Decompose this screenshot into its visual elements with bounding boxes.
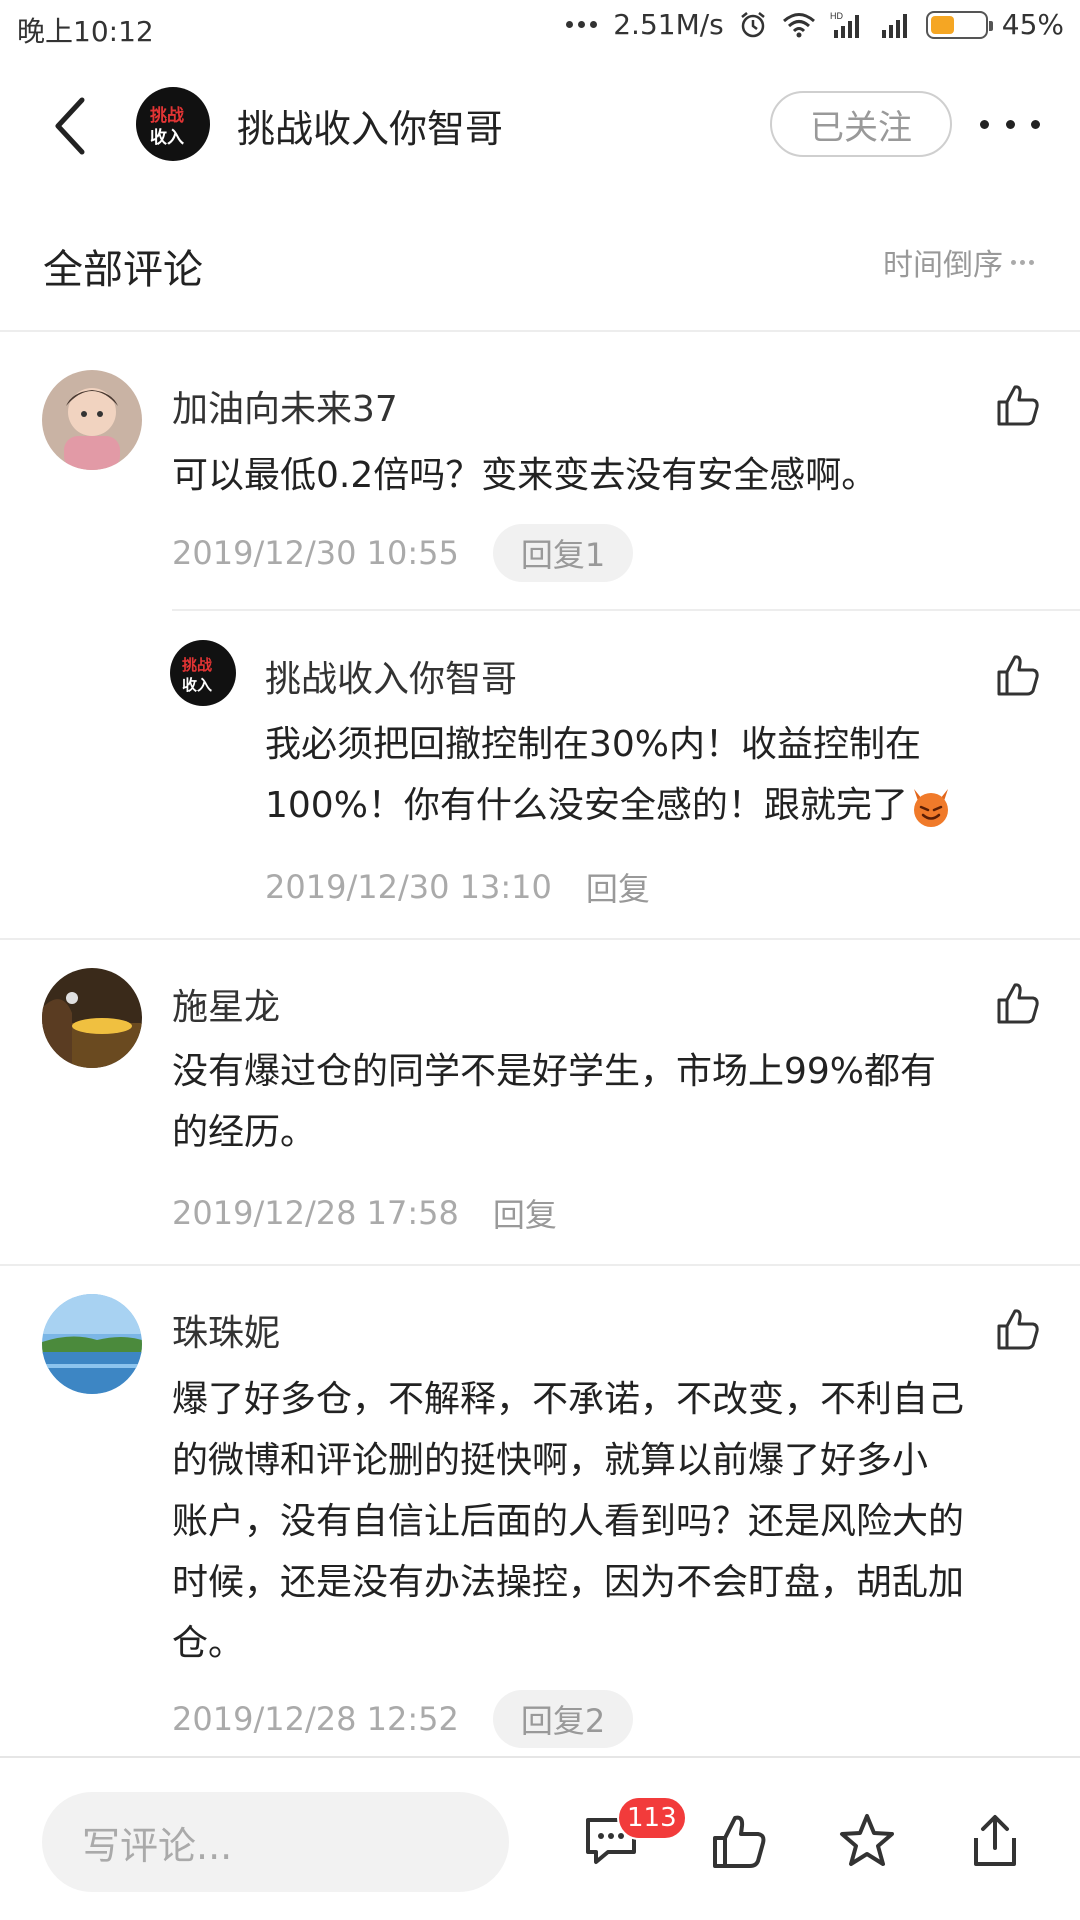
- comment-author[interactable]: 施星龙: [172, 978, 280, 1030]
- bottom-action-bar: 写评论... 113: [0, 1756, 1080, 1920]
- devil-emoji-icon: [913, 788, 948, 827]
- sort-dots-icon: [1011, 259, 1034, 265]
- alarm-icon: [740, 11, 765, 37]
- battery-percent: 45%: [1001, 8, 1064, 41]
- svg-text:收入: 收入: [150, 127, 184, 148]
- comment-time: 2019/12/30 10:55: [172, 534, 459, 572]
- comment-meta: 2019/12/28 12:52 回复2: [172, 1690, 634, 1748]
- account-name[interactable]: 挑战收入你智哥: [237, 98, 503, 153]
- comment-text-line: 账户，没有自信让后面的人看到吗？还是风险大的: [172, 1501, 965, 1542]
- reply-author[interactable]: 挑战收入你智哥: [265, 650, 517, 702]
- user-avatar[interactable]: [42, 1294, 142, 1394]
- reply-text-line: 我必须把回撤控制在30%内！收益控制在: [265, 724, 922, 765]
- account-logo-avatar[interactable]: 挑战 收入: [136, 87, 210, 161]
- comment-text: 爆了好多仓，不解释，不承诺，不改变，不利自己 的微博和评论删的挺快啊，就算以前爆…: [172, 1369, 964, 1674]
- thumbs-up-icon[interactable]: [995, 980, 1041, 1026]
- svg-text:挑战: 挑战: [182, 656, 212, 674]
- comment-count-badge: 113: [617, 1796, 687, 1840]
- reply-text-line: 100%！你有什么没安全感的！跟就完了: [265, 785, 908, 826]
- comment-text: 可以最低0.2倍吗？变来变去没有安全感啊。: [172, 455, 878, 496]
- comments-header: 全部评论 时间倒序: [0, 222, 1080, 330]
- signal-icon: [881, 13, 907, 38]
- follow-button[interactable]: 已关注: [770, 91, 952, 157]
- reply-meta: 2019/12/30 13:10 回复: [265, 864, 650, 910]
- back-button[interactable]: [42, 94, 98, 158]
- back-arrow-icon: [55, 97, 85, 155]
- user-avatar[interactable]: [42, 370, 142, 470]
- reply-time: 2019/12/30 13:10: [265, 868, 552, 906]
- svg-text:收入: 收入: [182, 676, 212, 694]
- like-icon[interactable]: [710, 1812, 768, 1870]
- battery-fill: [930, 15, 955, 34]
- thumbs-up-icon[interactable]: [995, 382, 1041, 428]
- comment-text-line: 没有爆过仓的同学不是好学生，市场上99%都有: [172, 1051, 937, 1092]
- comment-input[interactable]: 写评论...: [42, 1792, 509, 1892]
- reply-button[interactable]: 回复: [586, 864, 650, 910]
- more-dots-icon: [566, 21, 598, 28]
- comment-meta: 2019/12/28 17:58 回复: [172, 1190, 557, 1236]
- sort-label: 时间倒序: [883, 248, 1003, 283]
- reply-button[interactable]: 回复2: [492, 1690, 634, 1748]
- reply-author-avatar[interactable]: 挑战 收入: [170, 640, 236, 706]
- comment-text-line: 的微博和评论删的挺快啊，就算以前爆了好多小: [172, 1440, 929, 1481]
- comment-time: 2019/12/28 17:58: [172, 1194, 459, 1232]
- comment-text-line: 仓。: [172, 1623, 245, 1664]
- battery-icon: [925, 10, 993, 39]
- top-nav: 挑战 收入 挑战收入你智哥 已关注: [0, 58, 1080, 188]
- thumbs-up-icon[interactable]: [995, 652, 1041, 698]
- comment-author[interactable]: 珠珠妮: [172, 1304, 280, 1356]
- comment-text-line: 的经历。: [172, 1112, 317, 1153]
- svg-text:挑战: 挑战: [150, 105, 184, 126]
- reply-button[interactable]: 回复: [493, 1190, 557, 1236]
- divider: [0, 330, 1080, 332]
- divider: [0, 1264, 1080, 1266]
- more-options-button[interactable]: [980, 106, 1040, 142]
- comment-text-line: 爆了好多仓，不解释，不承诺，不改变，不利自己: [172, 1379, 965, 1420]
- sort-toggle[interactable]: 时间倒序: [883, 240, 1034, 284]
- reply-button[interactable]: 回复1: [492, 524, 634, 582]
- user-avatar[interactable]: [42, 968, 142, 1068]
- star-icon[interactable]: [838, 1812, 896, 1870]
- comment-text: 没有爆过仓的同学不是好学生，市场上99%都有 的经历。: [172, 1041, 936, 1163]
- comment-text-line: 时候，还是没有办法操控，因为不会盯盘，胡乱加: [172, 1562, 965, 1603]
- status-time: 晚上10:12: [17, 15, 154, 48]
- reply-text: 我必须把回撤控制在30%内！收益控制在 100%！你有什么没安全感的！跟就完了: [265, 714, 954, 836]
- comment-time: 2019/12/28 12:52: [172, 1700, 459, 1738]
- net-speed: 2.51M/s: [613, 8, 724, 41]
- share-icon[interactable]: [966, 1812, 1024, 1870]
- divider: [172, 609, 1080, 611]
- more-dot-icon: [980, 119, 989, 129]
- status-right: 2.51M/s HD 45%: [566, 8, 1064, 41]
- hd-signal-icon: HD: [830, 11, 859, 38]
- divider: [0, 938, 1080, 940]
- comment-meta: 2019/12/30 10:55 回复1: [172, 524, 634, 582]
- comment-author[interactable]: 加油向未来37: [172, 380, 398, 432]
- comments-title: 全部评论: [43, 247, 203, 293]
- status-bar: 晚上10:12 2.51M/s HD 45%: [0, 0, 1080, 58]
- wifi-icon: [782, 12, 815, 37]
- thumbs-up-icon[interactable]: [995, 1306, 1041, 1352]
- svg-text:HD: HD: [830, 11, 843, 21]
